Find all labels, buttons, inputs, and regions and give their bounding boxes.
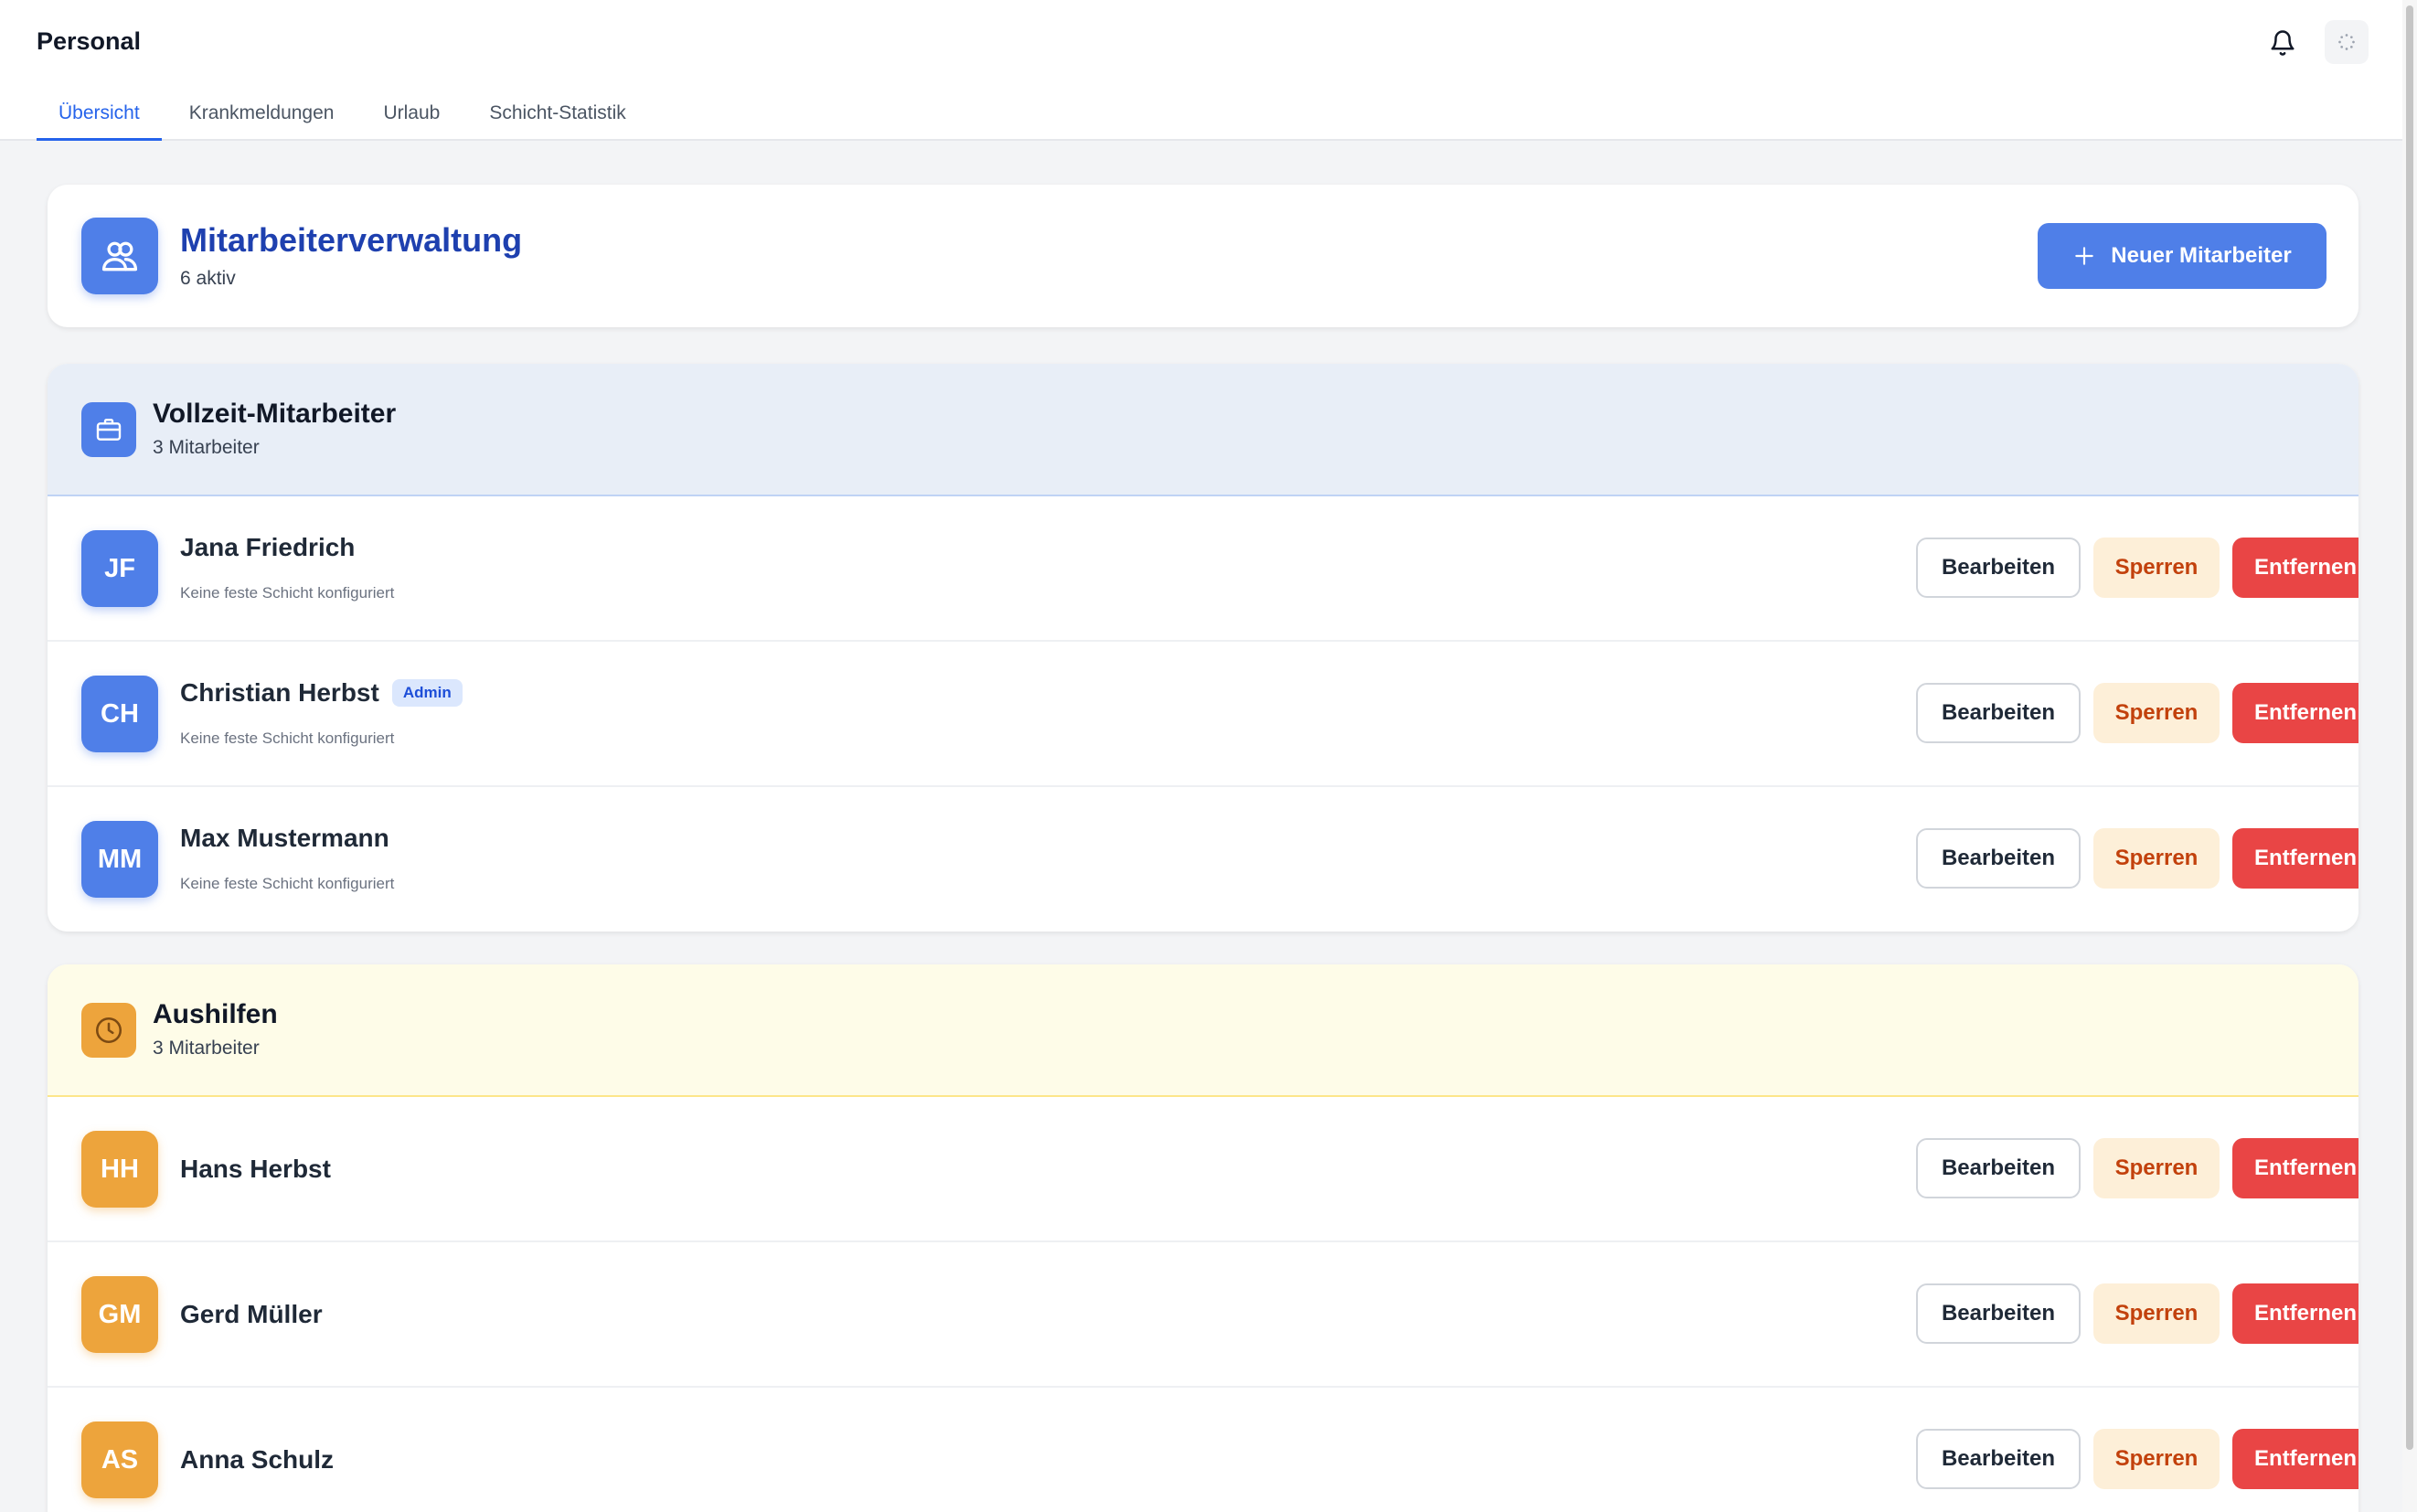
remove-button[interactable]: Entfernen bbox=[2232, 683, 2358, 743]
parttime-group: Aushilfen 3 Mitarbeiter HH Hans Herbst B… bbox=[48, 964, 2358, 1512]
bell-icon bbox=[2271, 30, 2295, 56]
admin-badge: Admin bbox=[391, 679, 463, 707]
employee-row: GM Gerd Müller Bearbeiten Sperren Entfer… bbox=[48, 1242, 2358, 1388]
employee-name: Max Mustermann bbox=[180, 824, 389, 852]
edit-button[interactable]: Bearbeiten bbox=[1916, 1283, 2081, 1344]
avatar: JF bbox=[81, 530, 158, 607]
tab-krankmeldungen[interactable]: Krankmeldungen bbox=[167, 88, 357, 141]
spinner-icon bbox=[2338, 34, 2355, 50]
fulltime-group: Vollzeit-Mitarbeiter 3 Mitarbeiter JF Ja… bbox=[48, 364, 2358, 932]
employee-name: Hans Herbst bbox=[180, 1155, 331, 1183]
employee-row: AS Anna Schulz Bearbeiten Sperren Entfer… bbox=[48, 1388, 2358, 1512]
edit-button[interactable]: Bearbeiten bbox=[1916, 1138, 2081, 1198]
tab-uebersicht[interactable]: Übersicht bbox=[37, 88, 162, 141]
avatar: GM bbox=[81, 1276, 158, 1353]
row-actions: Bearbeiten Sperren Entfernen bbox=[1916, 683, 2358, 743]
users-icon-tile bbox=[81, 218, 158, 294]
tab-urlaub[interactable]: Urlaub bbox=[361, 88, 462, 141]
avatar: MM bbox=[81, 821, 158, 898]
lock-button[interactable]: Sperren bbox=[2093, 1283, 2220, 1344]
fulltime-group-header: Vollzeit-Mitarbeiter 3 Mitarbeiter bbox=[48, 364, 2358, 496]
parttime-group-header: Aushilfen 3 Mitarbeiter bbox=[48, 964, 2358, 1097]
new-employee-label: Neuer Mitarbeiter bbox=[2111, 243, 2292, 268]
employee-shift: Keine feste Schicht konfiguriert bbox=[180, 875, 395, 892]
remove-button[interactable]: Entfernen bbox=[2232, 1138, 2358, 1198]
remove-button[interactable]: Entfernen bbox=[2232, 1283, 2358, 1344]
row-actions: Bearbeiten Sperren Entfernen bbox=[1916, 1138, 2358, 1198]
employee-shift: Keine feste Schicht konfiguriert bbox=[180, 584, 395, 602]
tab-bar: Übersicht Krankmeldungen Urlaub Schicht-… bbox=[37, 88, 654, 141]
edit-button[interactable]: Bearbeiten bbox=[1916, 828, 2081, 889]
scrollbar-thumb[interactable] bbox=[2406, 5, 2413, 1450]
fulltime-group-count: 3 Mitarbeiter bbox=[153, 437, 260, 458]
vertical-scrollbar[interactable] bbox=[2402, 0, 2417, 1512]
remove-button[interactable]: Entfernen bbox=[2232, 1429, 2358, 1489]
edit-button[interactable]: Bearbeiten bbox=[1916, 538, 2081, 598]
employee-name: Gerd Müller bbox=[180, 1300, 323, 1328]
employee-name: Christian Herbst bbox=[180, 678, 379, 707]
employee-row: HH Hans Herbst Bearbeiten Sperren Entfer… bbox=[48, 1097, 2358, 1242]
employee-name-line: Anna Schulz bbox=[180, 1445, 334, 1475]
employee-name-line: Hans Herbst bbox=[180, 1155, 331, 1184]
parttime-group-title: Aushilfen bbox=[153, 999, 278, 1029]
lock-button[interactable]: Sperren bbox=[2093, 683, 2220, 743]
users-icon bbox=[101, 241, 138, 272]
employee-name-line: Christian Herbst Admin bbox=[180, 678, 463, 708]
employee-shift: Keine feste Schicht konfiguriert bbox=[180, 729, 395, 747]
active-count: 6 aktiv bbox=[180, 268, 236, 289]
top-bar: Personal Übersicht Krankmeldungen Urlaub… bbox=[0, 0, 2402, 141]
edit-button[interactable]: Bearbeiten bbox=[1916, 1429, 2081, 1489]
clock-icon bbox=[95, 1017, 122, 1044]
lock-button[interactable]: Sperren bbox=[2093, 538, 2220, 598]
employee-name: Anna Schulz bbox=[180, 1445, 335, 1474]
employee-row: CH Christian Herbst Admin Keine feste Sc… bbox=[48, 642, 2358, 787]
lock-button[interactable]: Sperren bbox=[2093, 1429, 2220, 1489]
remove-button[interactable]: Entfernen bbox=[2232, 828, 2358, 889]
row-actions: Bearbeiten Sperren Entfernen bbox=[1916, 1429, 2358, 1489]
page-title: Personal bbox=[37, 27, 142, 55]
employee-management-card: Mitarbeiterverwaltung 6 aktiv Neuer Mita… bbox=[48, 185, 2358, 327]
employee-name-line: Max Mustermann bbox=[180, 824, 389, 853]
loading-button[interactable] bbox=[2325, 20, 2369, 64]
briefcase-icon-tile bbox=[81, 402, 136, 457]
row-actions: Bearbeiten Sperren Entfernen bbox=[1916, 828, 2358, 889]
plus-icon bbox=[2072, 244, 2096, 268]
employee-name-line: Gerd Müller bbox=[180, 1300, 323, 1329]
notifications-button[interactable] bbox=[2263, 24, 2302, 62]
briefcase-icon bbox=[96, 419, 122, 441]
row-actions: Bearbeiten Sperren Entfernen bbox=[1916, 538, 2358, 598]
lock-button[interactable]: Sperren bbox=[2093, 1138, 2220, 1198]
fulltime-group-title: Vollzeit-Mitarbeiter bbox=[153, 399, 397, 429]
tab-schicht-statistik[interactable]: Schicht-Statistik bbox=[467, 88, 647, 141]
app-window: Personal Übersicht Krankmeldungen Urlaub… bbox=[0, 0, 2402, 1512]
row-actions: Bearbeiten Sperren Entfernen bbox=[1916, 1283, 2358, 1344]
avatar: AS bbox=[81, 1421, 158, 1498]
clock-icon-tile bbox=[81, 1003, 136, 1058]
remove-button[interactable]: Entfernen bbox=[2232, 538, 2358, 598]
avatar: CH bbox=[81, 676, 158, 752]
employee-name: Jana Friedrich bbox=[180, 533, 356, 561]
avatar: HH bbox=[81, 1131, 158, 1208]
employee-name-line: Jana Friedrich bbox=[180, 533, 355, 562]
new-employee-button[interactable]: Neuer Mitarbeiter bbox=[2038, 223, 2326, 289]
employee-row: MM Max Mustermann Keine feste Schicht ko… bbox=[48, 787, 2358, 932]
lock-button[interactable]: Sperren bbox=[2093, 828, 2220, 889]
management-title: Mitarbeiterverwaltung bbox=[180, 221, 523, 259]
edit-button[interactable]: Bearbeiten bbox=[1916, 683, 2081, 743]
parttime-group-count: 3 Mitarbeiter bbox=[153, 1038, 260, 1059]
employee-row: JF Jana Friedrich Keine feste Schicht ko… bbox=[48, 496, 2358, 642]
